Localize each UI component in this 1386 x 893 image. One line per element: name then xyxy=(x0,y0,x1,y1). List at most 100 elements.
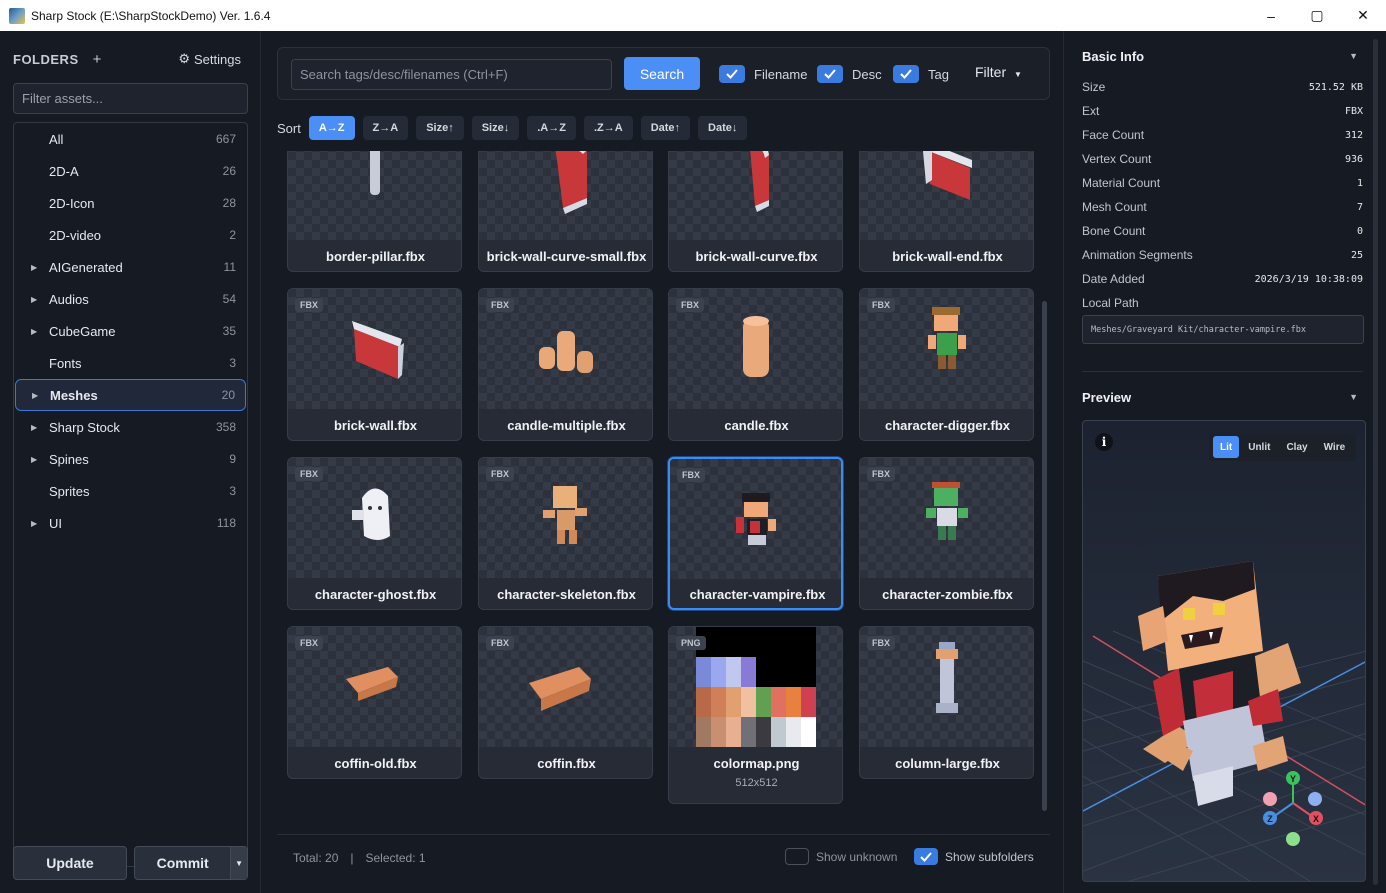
preview-scene: Y Z X xyxy=(1083,561,1365,881)
asset-tile[interactable]: FBXborder-pillar.fbx xyxy=(287,151,462,272)
asset-tile[interactable]: FBX brick-wall.fbx xyxy=(287,288,462,441)
folder-item-ui[interactable]: ▶ UI 118 xyxy=(15,508,246,538)
settings-button[interactable]: ⚙ Settings xyxy=(178,51,241,67)
sort-option-button[interactable]: A→Z xyxy=(308,116,355,140)
show-unknown-label: Show unknown xyxy=(816,849,898,864)
folder-item-sharp-stock[interactable]: ▶ Sharp Stock 358 xyxy=(15,412,246,442)
expand-arrow-icon[interactable]: ▶ xyxy=(31,263,37,272)
folder-count: 26 xyxy=(222,164,236,178)
asset-tile[interactable]: FBX character-digger.fbx xyxy=(859,288,1034,441)
asset-tile[interactable]: FBXbrick-wall-curve.fbx xyxy=(668,151,843,272)
folder-item-sprites[interactable]: Sprites 3 xyxy=(15,476,246,506)
preview-viewport[interactable]: Y Z X i Lit Unlit Clay Wire xyxy=(1082,420,1366,882)
file-type-badge: FBX xyxy=(295,467,323,481)
asset-tile[interactable]: FBX column-large.fbx xyxy=(859,626,1034,779)
folder-name: Spines xyxy=(49,451,89,467)
tag-checkbox[interactable]: Tag xyxy=(893,65,949,83)
info-key: Size xyxy=(1082,80,1106,94)
folder-item-spines[interactable]: ▶ Spines 9 xyxy=(15,444,246,474)
render-mode-clay[interactable]: Clay xyxy=(1279,436,1314,458)
sort-option-button[interactable]: Size↑ xyxy=(416,116,464,140)
filter-dropdown[interactable]: Filter ▼ xyxy=(975,64,1022,80)
render-mode-lit[interactable]: Lit xyxy=(1213,436,1240,458)
asset-tile[interactable]: FBX coffin.fbx xyxy=(478,626,653,779)
sort-option-button[interactable]: .A→Z xyxy=(527,116,576,140)
collapse-caret-icon[interactable]: ▼ xyxy=(1349,51,1358,61)
folder-item-2d-video[interactable]: 2D-video 2 xyxy=(15,220,246,250)
details-scrollbar[interactable] xyxy=(1373,39,1378,885)
show-subfolders-checkbox[interactable]: Show subfolders xyxy=(914,848,1034,865)
asset-model-preview xyxy=(750,151,769,212)
filename-checkbox[interactable]: Filename xyxy=(719,65,807,83)
expand-arrow-icon[interactable]: ▶ xyxy=(32,391,38,400)
update-button[interactable]: Update xyxy=(13,846,127,880)
maximize-icon[interactable]: ▢ xyxy=(1294,0,1340,31)
file-type-badge: FBX xyxy=(295,636,323,650)
asset-tile[interactable]: FBX candle.fbx xyxy=(668,288,843,441)
asset-thumbnail xyxy=(288,151,461,240)
info-row: Size 521.52 KB xyxy=(1082,77,1363,97)
asset-tile[interactable]: FBX character-vampire.fbx xyxy=(668,457,843,610)
folder-item-fonts[interactable]: Fonts 3 xyxy=(15,348,246,378)
add-folder-button[interactable]: + xyxy=(93,51,102,68)
asset-filename: coffin.fbx xyxy=(537,756,596,771)
minimize-icon[interactable]: – xyxy=(1248,0,1294,31)
asset-tile[interactable]: FBX candle-multiple.fbx xyxy=(478,288,653,441)
filter-assets-input[interactable]: Filter assets... xyxy=(13,83,248,114)
render-mode-unlit[interactable]: Unlit xyxy=(1241,436,1277,458)
local-path-value: Meshes/Graveyard Kit/character-vampire.f… xyxy=(1091,324,1306,335)
folder-item-cubegame[interactable]: ▶ CubeGame 35 xyxy=(15,316,246,346)
asset-tile[interactable]: FBXbrick-wall-end.fbx xyxy=(859,151,1034,272)
asset-tile[interactable]: FBX character-zombie.fbx xyxy=(859,457,1034,610)
folder-item-all[interactable]: All 667 xyxy=(15,124,246,154)
search-button[interactable]: Search xyxy=(624,57,700,90)
asset-filename: brick-wall-curve.fbx xyxy=(695,249,818,264)
folders-title: FOLDERS xyxy=(13,51,79,67)
sort-option-button[interactable]: Date↓ xyxy=(698,116,748,140)
asset-tile[interactable]: FBXbrick-wall-curve-small.fbx xyxy=(478,151,653,272)
asset-model-preview xyxy=(370,151,380,195)
asset-tile[interactable]: FBX character-ghost.fbx xyxy=(287,457,462,610)
folder-item-aigenerated[interactable]: ▶ AIGenerated 11 xyxy=(15,252,246,282)
search-input[interactable]: Search tags/desc/filenames (Ctrl+F) xyxy=(291,59,612,90)
asset-tile[interactable]: PNG colormap.png 512x512 xyxy=(668,626,843,804)
collapse-caret-icon[interactable]: ▼ xyxy=(1349,392,1358,402)
folder-item-meshes[interactable]: ▶ Meshes 20 xyxy=(15,379,246,411)
folders-header: FOLDERS + ⚙ Settings xyxy=(13,49,241,69)
folder-count: 20 xyxy=(221,388,235,402)
gizmo-x-label: X xyxy=(1313,814,1319,824)
folder-item-2d-icon[interactable]: 2D-Icon 28 xyxy=(15,188,246,218)
folder-item-audios[interactable]: ▶ Audios 54 xyxy=(15,284,246,314)
expand-arrow-icon[interactable]: ▶ xyxy=(31,423,37,432)
asset-filename: candle.fbx xyxy=(724,418,789,433)
info-value: 1 xyxy=(1356,177,1363,189)
commit-button[interactable]: Commit ▼ xyxy=(134,846,248,880)
local-path-field[interactable]: Meshes/Graveyard Kit/character-vampire.f… xyxy=(1082,315,1364,344)
expand-arrow-icon[interactable]: ▶ xyxy=(31,519,37,528)
folder-count: 358 xyxy=(215,420,236,434)
desc-checkbox[interactable]: Desc xyxy=(817,65,882,83)
expand-arrow-icon[interactable]: ▶ xyxy=(31,295,37,304)
asset-tile[interactable]: FBX coffin-old.fbx xyxy=(287,626,462,779)
info-row: Face Count 312 xyxy=(1082,125,1363,145)
sort-option-button[interactable]: Z→A xyxy=(362,116,409,140)
grid-scrollbar[interactable] xyxy=(1042,301,1047,811)
sort-option-button[interactable]: Size↓ xyxy=(471,116,520,140)
folder-item-2d-a[interactable]: 2D-A 26 xyxy=(15,156,246,186)
info-row: Bone Count 0 xyxy=(1082,221,1363,241)
render-mode-wire[interactable]: Wire xyxy=(1317,436,1353,458)
sort-option-button[interactable]: Date↑ xyxy=(640,116,691,140)
info-value: 936 xyxy=(1344,153,1363,165)
info-key: Date Added xyxy=(1082,272,1145,286)
selected-count: Selected: 1 xyxy=(365,850,426,865)
show-subfolders-label: Show subfolders xyxy=(945,849,1034,864)
commit-dropdown-icon[interactable]: ▼ xyxy=(230,847,247,879)
close-icon[interactable]: ✕ xyxy=(1340,0,1386,31)
asset-tile[interactable]: FBX character-skeleton.fbx xyxy=(478,457,653,610)
expand-arrow-icon[interactable]: ▶ xyxy=(31,327,37,336)
info-row: Mesh Count 7 xyxy=(1082,197,1363,217)
sort-option-button[interactable]: .Z→A xyxy=(583,116,633,140)
show-unknown-checkbox[interactable]: Show unknown xyxy=(785,848,897,865)
info-icon[interactable]: i xyxy=(1095,433,1113,451)
expand-arrow-icon[interactable]: ▶ xyxy=(31,455,37,464)
